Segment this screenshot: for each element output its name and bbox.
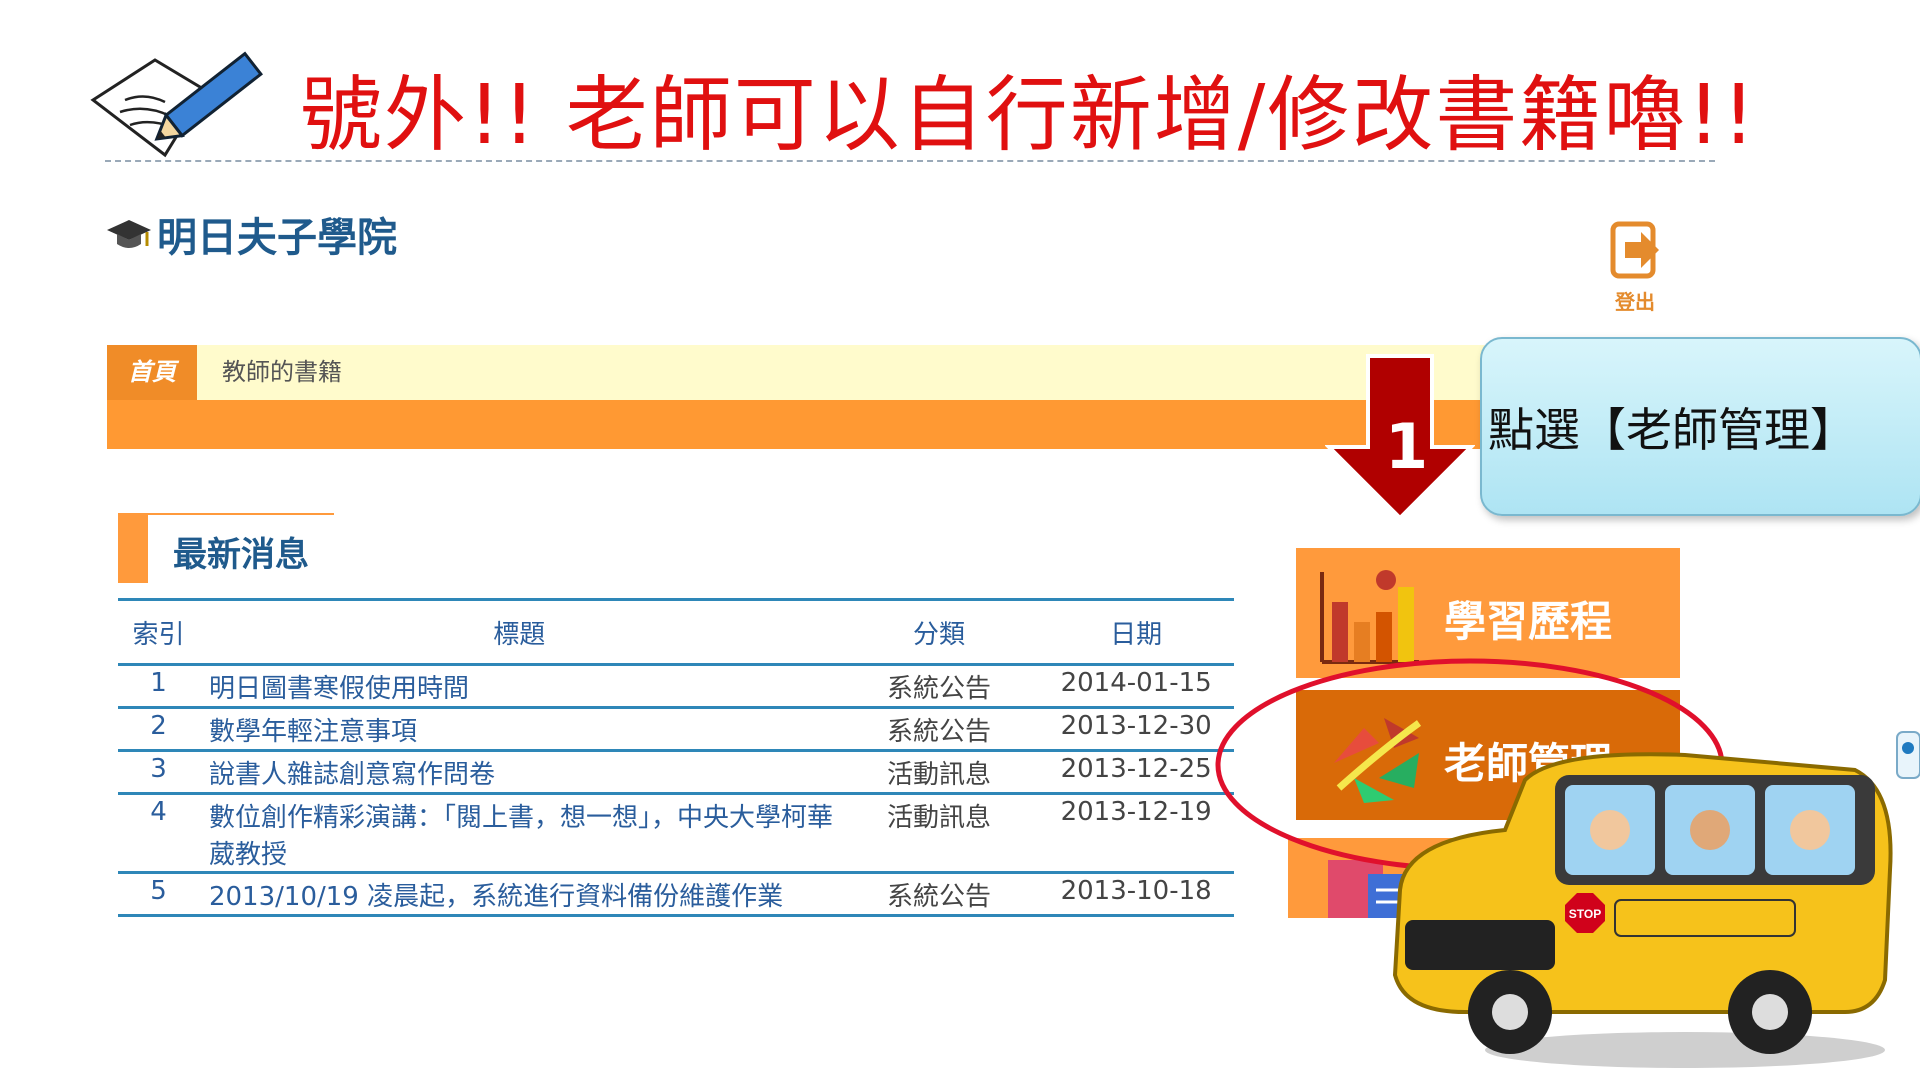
school-heading: 明日夫子學院 bbox=[105, 205, 397, 263]
row-index: 2 bbox=[118, 707, 199, 752]
school-bus-illustration: STOP bbox=[1392, 752, 1893, 1068]
row-date: 2013-12-25 bbox=[1038, 750, 1234, 795]
menu-learning-label: 學習歷程 bbox=[1444, 597, 1613, 646]
row-category: 系統公告 bbox=[839, 707, 1039, 752]
school-name: 明日夫子學院 bbox=[157, 214, 397, 261]
column-header-date: 日期 bbox=[1038, 598, 1234, 666]
row-date: 2014-01-15 bbox=[1038, 664, 1234, 709]
table-row[interactable]: 5 2013/10/19 凌晨起，系統進行資料備份維護作業 系統公告 2013-… bbox=[118, 872, 1234, 917]
news-heading: 最新消息 bbox=[173, 535, 309, 575]
title-divider bbox=[105, 160, 1715, 162]
row-category: 活動訊息 bbox=[839, 750, 1039, 795]
column-header-title: 標題 bbox=[198, 598, 840, 666]
row-title-link[interactable]: 說書人雜誌創意寫作問卷 bbox=[198, 750, 840, 795]
row-date: 2013-10-18 bbox=[1038, 872, 1234, 917]
table-row[interactable]: 2 數學年輕注意事項 系統公告 2013-12-30 bbox=[118, 707, 1234, 752]
row-index: 5 bbox=[118, 872, 199, 917]
row-title-link[interactable]: 明日圖書寒假使用時間 bbox=[198, 664, 840, 709]
row-index: 1 bbox=[118, 664, 199, 709]
column-header-index: 索引 bbox=[118, 598, 199, 666]
svg-text:STOP: STOP bbox=[1569, 907, 1601, 921]
row-category: 系統公告 bbox=[839, 872, 1039, 917]
graduation-cap-icon bbox=[107, 220, 151, 248]
table-row[interactable]: 3 說書人雜誌創意寫作問卷 活動訊息 2013-12-25 bbox=[118, 750, 1234, 795]
row-title-link[interactable]: 數位創作精彩演講：「閱上書，想一想」，中央大學柯華葳教授 bbox=[198, 793, 840, 874]
logout-button[interactable]: 登出 bbox=[1590, 220, 1680, 320]
chat-widget-icon[interactable] bbox=[1895, 730, 1920, 780]
instruction-callout: 點選【老師管理】 bbox=[1480, 337, 1920, 516]
callout-text: 點選【老師管理】 bbox=[1488, 403, 1856, 457]
row-category: 活動訊息 bbox=[839, 793, 1039, 874]
column-header-category: 分類 bbox=[839, 598, 1039, 666]
pencil-paper-icon bbox=[90, 51, 264, 158]
row-date: 2013-12-30 bbox=[1038, 707, 1234, 752]
row-title-link[interactable]: 數學年輕注意事項 bbox=[198, 707, 840, 752]
step-number: 1 bbox=[1385, 410, 1429, 483]
news-heading-box: 最新消息 bbox=[118, 513, 334, 583]
table-row[interactable]: 4 數位創作精彩演講：「閱上書，想一想」，中央大學柯華葳教授 活動訊息 2013… bbox=[118, 793, 1234, 874]
logout-icon bbox=[1610, 221, 1659, 279]
slide-title: 號外!! 老師可以自行新增/修改書籍嚕!! bbox=[300, 68, 1758, 163]
row-index: 4 bbox=[118, 793, 199, 874]
news-table-header: 索引 標題 分類 日期 bbox=[118, 598, 1234, 666]
row-category: 系統公告 bbox=[839, 664, 1039, 709]
news-table: 索引 標題 分類 日期 1 明日圖書寒假使用時間 系統公告 2014-01-15… bbox=[118, 598, 1234, 917]
row-title-link[interactable]: 2013/10/19 凌晨起，系統進行資料備份維護作業 bbox=[198, 872, 840, 917]
row-date: 2013-12-19 bbox=[1038, 793, 1234, 874]
nav-books-tab[interactable]: 教師的書籍 bbox=[222, 345, 342, 400]
logout-label: 登出 bbox=[1615, 290, 1655, 314]
table-row[interactable]: 1 明日圖書寒假使用時間 系統公告 2014-01-15 bbox=[118, 664, 1234, 709]
nav-home-tab[interactable]: 首頁 bbox=[107, 345, 197, 400]
news-heading-accent bbox=[118, 515, 148, 583]
row-index: 3 bbox=[118, 750, 199, 795]
